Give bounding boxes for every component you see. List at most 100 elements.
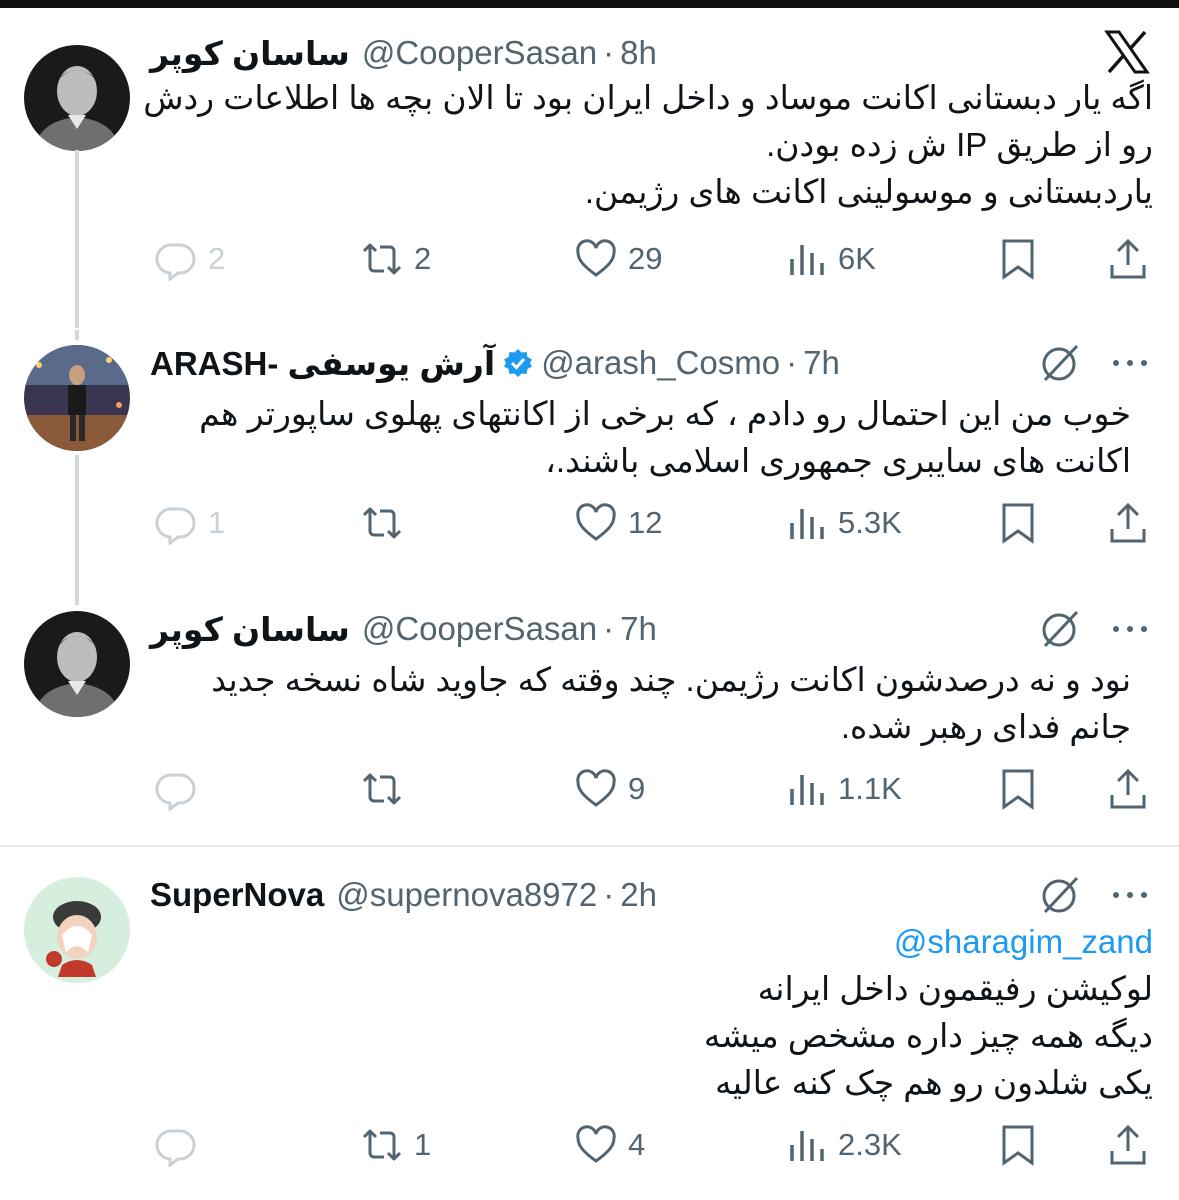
view-count: 5.3K bbox=[838, 505, 902, 540]
view-count: 6K bbox=[838, 241, 876, 276]
tweet-header: SuperNova @supernova8972 · 2h bbox=[150, 872, 657, 918]
tweet-header: ARASH- آرش یوسفی @arash_Cosmo · 7h bbox=[150, 340, 840, 386]
text-line: دیگه همه چیز داره مشخص میشه bbox=[703, 1017, 1153, 1054]
avatar[interactable] bbox=[24, 45, 130, 151]
views-icon bbox=[790, 245, 824, 275]
retweet-button[interactable]: 1 bbox=[360, 1120, 431, 1170]
bookmark-button[interactable] bbox=[996, 764, 1040, 814]
action-bar: 1 12 5.3K bbox=[150, 498, 1160, 548]
avatar[interactable] bbox=[24, 877, 130, 983]
retweet-button[interactable] bbox=[360, 498, 414, 548]
share-icon bbox=[1110, 1124, 1146, 1165]
more-icon[interactable] bbox=[1107, 606, 1153, 652]
username[interactable]: @CooperSasan bbox=[362, 34, 597, 72]
retweet-button[interactable]: 2 bbox=[360, 234, 431, 284]
username[interactable]: @supernova8972 bbox=[336, 876, 597, 914]
reply-count: 2 bbox=[208, 241, 226, 276]
verified-badge-icon bbox=[504, 349, 533, 377]
like-count: 4 bbox=[628, 1127, 646, 1162]
display-name[interactable]: ساسان کوپر bbox=[150, 34, 350, 73]
like-count: 9 bbox=[628, 771, 646, 806]
reply-button[interactable] bbox=[154, 1120, 208, 1170]
bookmark-icon bbox=[1002, 769, 1034, 810]
tweet-text: اگه یار دبستانی اکانت موساد و داخل ایران… bbox=[143, 74, 1153, 215]
like-button[interactable]: 29 bbox=[574, 234, 662, 284]
grok-icon[interactable] bbox=[1037, 340, 1083, 386]
views-button[interactable]: 1.1K bbox=[784, 764, 902, 814]
tweet-3[interactable]: ساسان کوپر @CooperSasan · 7h نود و نه در… bbox=[0, 606, 1179, 838]
retweet-icon bbox=[362, 507, 402, 539]
text-line: خوب من این احتمال رو دادم ، که برخی از ا… bbox=[199, 395, 1131, 432]
reply-icon bbox=[155, 243, 196, 281]
mention-link[interactable]: @sharagim_zand bbox=[704, 918, 1153, 965]
share-icon bbox=[1110, 502, 1146, 543]
reply-count: 1 bbox=[208, 505, 226, 540]
divider bbox=[0, 845, 1179, 847]
like-button[interactable]: 9 bbox=[574, 764, 645, 814]
views-button[interactable]: 6K bbox=[784, 234, 876, 284]
more-icon[interactable] bbox=[1107, 340, 1153, 386]
more-icon[interactable] bbox=[1107, 872, 1153, 918]
share-icon bbox=[1110, 768, 1146, 809]
retweet-count: 1 bbox=[414, 1127, 432, 1162]
separator-dot: · bbox=[603, 34, 615, 71]
bookmark-button[interactable] bbox=[996, 234, 1040, 284]
like-button[interactable]: 12 bbox=[574, 498, 662, 548]
views-button[interactable]: 5.3K bbox=[784, 498, 902, 548]
bookmark-icon bbox=[1002, 239, 1034, 280]
views-icon bbox=[790, 775, 824, 805]
retweet-button[interactable] bbox=[360, 764, 414, 814]
share-button[interactable] bbox=[1106, 498, 1150, 548]
thread-line bbox=[75, 330, 79, 340]
like-icon bbox=[576, 1125, 616, 1163]
tweet-header: ساسان کوپر @CooperSasan · 7h bbox=[150, 606, 657, 652]
avatar[interactable] bbox=[24, 611, 130, 717]
like-count: 12 bbox=[628, 505, 663, 540]
tweet-text: نود و نه درصدشون اکانت رژیمن. چند وقته ک… bbox=[211, 656, 1131, 750]
display-name[interactable]: SuperNova bbox=[150, 876, 324, 914]
reply-icon bbox=[155, 507, 196, 545]
display-name[interactable]: ساسان کوپر bbox=[150, 610, 350, 649]
bookmark-icon bbox=[1002, 1125, 1034, 1166]
display-name-persian: آرش یوسفی bbox=[287, 344, 496, 382]
grok-icon[interactable] bbox=[1037, 606, 1083, 652]
bookmark-button[interactable] bbox=[996, 498, 1040, 548]
share-button[interactable] bbox=[1106, 764, 1150, 814]
text-line: اکانت های سایبری جمهوری اسلامی باشند.، bbox=[545, 442, 1131, 479]
timestamp[interactable]: 8h bbox=[620, 34, 657, 72]
view-count: 1.1K bbox=[838, 771, 902, 806]
thread-line bbox=[75, 150, 79, 328]
retweet-icon bbox=[362, 773, 402, 805]
username[interactable]: @CooperSasan bbox=[362, 610, 597, 648]
like-icon bbox=[576, 503, 616, 541]
tweet-2[interactable]: ARASH- آرش یوسفی @arash_Cosmo · 7h خوب م… bbox=[0, 330, 1179, 605]
tweet-text: خوب من این احتمال رو دادم ، که برخی از ا… bbox=[199, 390, 1131, 484]
bookmark-button[interactable] bbox=[996, 1120, 1040, 1170]
share-icon bbox=[1110, 238, 1146, 279]
grok-icon[interactable] bbox=[1037, 872, 1083, 918]
tweet-4[interactable]: SuperNova @supernova8972 · 2h @sharagim_… bbox=[0, 872, 1179, 1192]
views-button[interactable]: 2.3K bbox=[784, 1120, 902, 1170]
like-icon bbox=[576, 239, 616, 277]
avatar[interactable] bbox=[24, 345, 130, 451]
reply-button[interactable]: 1 bbox=[154, 498, 225, 548]
reply-button[interactable]: 2 bbox=[154, 234, 225, 284]
top-bar bbox=[0, 0, 1179, 8]
timestamp[interactable]: 7h bbox=[803, 344, 840, 382]
reply-button[interactable] bbox=[154, 764, 208, 814]
like-button[interactable]: 4 bbox=[574, 1120, 645, 1170]
share-button[interactable] bbox=[1106, 234, 1150, 284]
timestamp[interactable]: 2h bbox=[620, 876, 657, 914]
text-line: جانم فدای رهبر شده. bbox=[840, 708, 1131, 745]
text-line: نود و نه درصدشون اکانت رژیمن. چند وقته ک… bbox=[211, 661, 1131, 698]
views-icon bbox=[790, 509, 824, 539]
username[interactable]: @arash_Cosmo bbox=[541, 344, 780, 382]
display-name[interactable]: ARASH- آرش یوسفی bbox=[150, 344, 495, 383]
timestamp[interactable]: 7h bbox=[620, 610, 657, 648]
retweet-count: 2 bbox=[414, 241, 432, 276]
retweet-icon bbox=[362, 243, 402, 275]
share-button[interactable] bbox=[1106, 1120, 1150, 1170]
tweet-1[interactable]: ساسان کوپر @CooperSasan · 8h اگه یار دبس… bbox=[0, 30, 1179, 330]
bookmark-icon bbox=[1002, 503, 1034, 544]
views-icon bbox=[790, 1131, 824, 1161]
